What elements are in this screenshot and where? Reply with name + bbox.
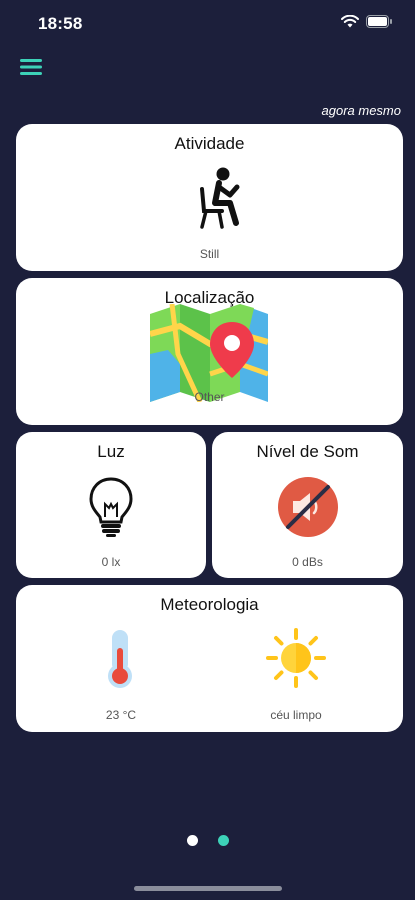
card-value: Other — [194, 390, 225, 404]
page-dot-1[interactable] — [186, 835, 198, 846]
light-bulb-icon — [89, 477, 133, 537]
light-card[interactable]: Luz 0 lx — [16, 432, 206, 578]
wifi-icon — [341, 15, 359, 28]
weather-card[interactable]: Meteorologia 23 °C céu limpo — [16, 585, 403, 732]
last-updated-label: agora mesmo — [321, 103, 401, 118]
thermometer-icon — [108, 630, 132, 688]
hamburger-menu-icon — [20, 59, 42, 75]
person-sitting-icon — [200, 167, 240, 229]
status-icons — [341, 15, 393, 28]
battery-icon — [366, 15, 392, 28]
location-card[interactable]: Localização Other — [16, 278, 403, 425]
menu-button[interactable] — [20, 58, 42, 76]
sound-card[interactable]: Nível de Som 0 dBs — [212, 432, 403, 578]
map-pin-icon — [150, 304, 268, 402]
home-indicator[interactable] — [134, 886, 282, 891]
card-title: Luz — [97, 442, 125, 461]
activity-card[interactable]: Atividade Still — [16, 124, 403, 271]
card-title: Atividade — [174, 134, 245, 153]
status-bar: 18:58 — [0, 0, 415, 48]
card-value: 0 dBs — [292, 555, 323, 569]
sun-icon — [266, 628, 326, 688]
condition-value: céu limpo — [270, 708, 322, 722]
card-value: Still — [199, 247, 220, 261]
card-title: Meteorologia — [160, 595, 259, 614]
card-value: 0 lx — [101, 555, 121, 569]
speaker-muted-icon — [278, 477, 338, 537]
card-title: Nível de Som — [256, 442, 359, 461]
temperature-value: 23 °C — [105, 708, 137, 722]
page-indicator — [0, 835, 415, 846]
page-dot-2[interactable] — [217, 835, 229, 846]
status-time: 18:58 — [38, 14, 83, 33]
